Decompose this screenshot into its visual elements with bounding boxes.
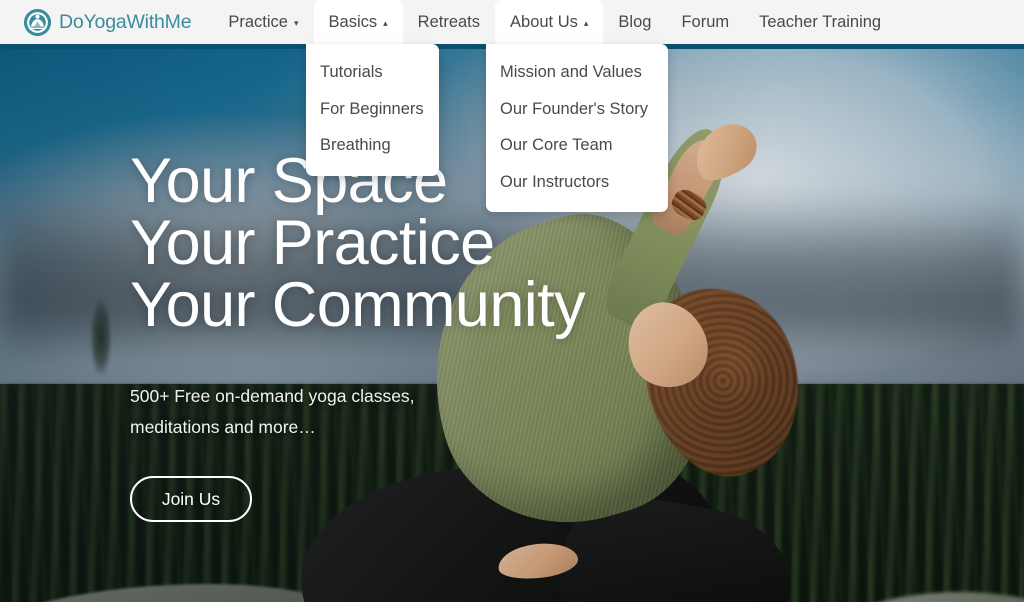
nav-item-basics[interactable]: Basics ▴: [313, 0, 403, 44]
chevron-up-icon: ▴: [583, 17, 589, 28]
nav-item-forum[interactable]: Forum: [666, 0, 744, 44]
nav-item-about-us[interactable]: About Us ▴: [495, 0, 604, 44]
chevron-up-icon: ▴: [383, 17, 388, 28]
page-root: Your Space Your Practice Your Community …: [0, 0, 1024, 602]
hero-copy: Your Space Your Practice Your Community …: [130, 150, 770, 522]
nav-item-retreats-label: Retreats: [417, 12, 481, 31]
nav-item-teacher-training[interactable]: Teacher Training: [744, 0, 896, 44]
nav-item-practice[interactable]: Practice ▾: [213, 0, 313, 44]
dropdown-menu-basics: Tutorials For Beginners Breathing: [306, 44, 439, 176]
dropdown-menu-about-us: Mission and Values Our Founder's Story O…: [486, 44, 668, 212]
brand-logo-link[interactable]: DoYogaWithMe: [24, 8, 192, 36]
nav-item-about-us-label: About Us: [510, 12, 578, 31]
hero-subcopy: 500+ Free on-demand yoga classes, medita…: [130, 381, 470, 443]
hero-headline-line-3: Your Community: [130, 270, 586, 340]
brand-wordmark: DoYogaWithMe: [59, 10, 192, 33]
menu-item-our-founders-story[interactable]: Our Founder's Story: [486, 91, 668, 128]
menu-item-for-beginners[interactable]: For Beginners: [306, 91, 439, 128]
hero-subcopy-line-1: 500+ Free on-demand yoga classes,: [130, 386, 415, 406]
nav-item-blog[interactable]: Blog: [603, 0, 666, 44]
hero-headline-line-1: Your Space: [130, 146, 448, 216]
nav-item-practice-label: Practice: [228, 12, 288, 31]
hero-headline-line-2: Your Practice: [130, 208, 495, 278]
nav-item-basics-label: Basics: [328, 12, 378, 31]
nav-item-blog-label: Blog: [618, 12, 652, 31]
menu-item-breathing[interactable]: Breathing: [306, 127, 439, 164]
nav-item-forum-label: Forum: [681, 12, 730, 31]
nav-item-teacher-training-label: Teacher Training: [759, 12, 882, 31]
nav-item-retreats[interactable]: Retreats: [403, 0, 495, 44]
chevron-down-icon: ▾: [293, 17, 299, 28]
menu-item-tutorials[interactable]: Tutorials: [306, 54, 439, 91]
menu-item-mission-and-values[interactable]: Mission and Values: [486, 54, 668, 91]
hero-subcopy-line-2: meditations and more…: [130, 417, 316, 437]
meditating-figure-circle-icon: [24, 8, 51, 36]
nav-items: Practice ▾ Basics ▴ Retreats About Us ▴ …: [213, 0, 896, 44]
join-us-button[interactable]: Join Us: [130, 476, 252, 522]
top-navigation-bar: DoYogaWithMe Practice ▾ Basics ▴ Retreat…: [0, 0, 1024, 44]
menu-item-our-core-team[interactable]: Our Core Team: [486, 127, 668, 164]
menu-item-our-instructors[interactable]: Our Instructors: [486, 164, 668, 201]
